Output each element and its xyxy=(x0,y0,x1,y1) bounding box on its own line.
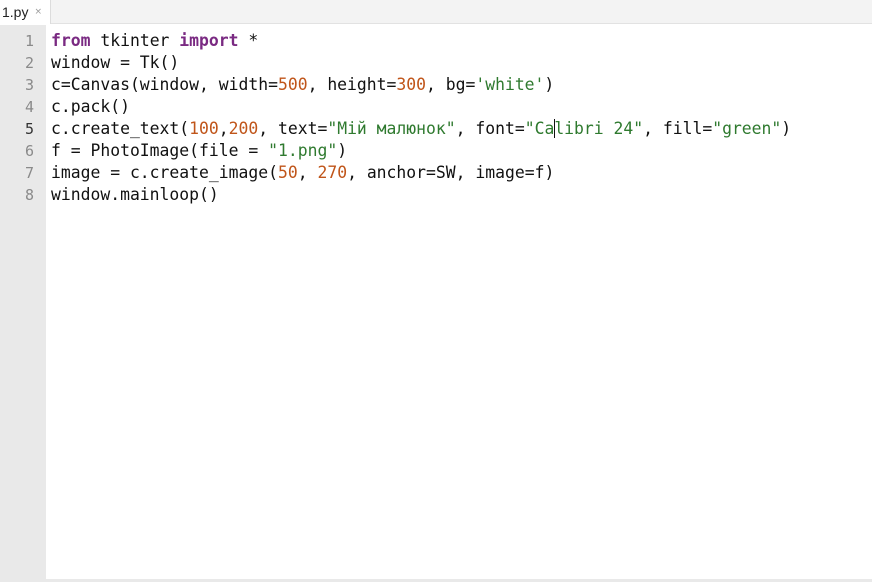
line-number: 7 xyxy=(24,164,34,182)
code-token: , anchor=SW, image=f) xyxy=(347,163,555,182)
number-token: 100 xyxy=(189,119,219,138)
code-line-8[interactable]: window.mainloop() xyxy=(51,184,219,206)
code-token: window.mainloop() xyxy=(51,185,219,204)
string-token: "1.png" xyxy=(268,141,338,160)
line-number-active: 5 xyxy=(24,120,34,138)
code-token: , bg= xyxy=(426,75,476,94)
keyword-token: import xyxy=(179,31,239,50)
line-number-gutter: 1 2 3 4 5 6 7 8 xyxy=(0,25,46,579)
code-token: ) xyxy=(337,141,348,160)
code-token: , height= xyxy=(307,75,397,94)
code-line-1[interactable]: from tkinter import * xyxy=(51,30,258,52)
code-token: , xyxy=(297,163,318,182)
line-number: 6 xyxy=(24,142,34,160)
text-cursor xyxy=(553,119,556,138)
number-token: 200 xyxy=(228,119,259,138)
code-token: c.create_text( xyxy=(51,119,190,138)
code-editor[interactable]: 1 2 3 4 5 6 7 8 from tkinter import * wi… xyxy=(0,25,872,579)
code-token: c=Canvas(window, width= xyxy=(51,75,278,94)
number-token: 500 xyxy=(277,75,308,94)
code-token: tkinter xyxy=(90,31,180,50)
code-token: , fill= xyxy=(643,119,713,138)
code-line-5[interactable]: c.create_text(100,200, text="Мій малюнок… xyxy=(51,118,791,140)
keyword-token: from xyxy=(51,31,91,50)
string-token: libri 24" xyxy=(554,119,644,138)
number-token: 50 xyxy=(277,163,298,182)
tab-1-py[interactable]: 1.py × xyxy=(0,0,52,24)
string-token: 'white' xyxy=(475,75,545,94)
string-token: "Мій малюнок" xyxy=(327,119,456,138)
editor-window: 1.py × 1 2 3 4 5 6 7 8 from tkinter impo… xyxy=(0,0,872,582)
code-token: ) xyxy=(544,75,555,94)
code-line-4[interactable]: c.pack() xyxy=(51,96,130,118)
line-number: 4 xyxy=(24,98,34,116)
close-icon[interactable]: × xyxy=(34,7,42,17)
number-token: 270 xyxy=(317,163,348,182)
line-number: 1 xyxy=(24,32,34,50)
code-text-area[interactable]: from tkinter import * window = Tk() c=Ca… xyxy=(46,25,872,579)
code-token: image = c.create_image( xyxy=(51,163,278,182)
code-token: ) xyxy=(781,119,792,138)
line-number: 2 xyxy=(24,54,34,72)
string-token: "green" xyxy=(712,119,782,138)
number-token: 300 xyxy=(396,75,426,94)
line-number: 8 xyxy=(24,186,34,204)
line-number: 3 xyxy=(24,76,34,94)
code-line-6[interactable]: f = PhotoImage(file = "1.png") xyxy=(51,140,347,162)
code-line-2[interactable]: window = Tk() xyxy=(51,52,179,74)
code-token: window = Tk() xyxy=(51,53,180,72)
code-token: c.pack() xyxy=(51,97,130,116)
code-token: , xyxy=(218,119,229,138)
code-token: , font= xyxy=(455,119,525,138)
string-token: "Ca xyxy=(524,119,555,138)
code-token: f = PhotoImage(file = xyxy=(51,141,269,160)
code-token: * xyxy=(238,31,259,50)
tab-bar: 1.py × xyxy=(0,0,872,24)
code-line-7[interactable]: image = c.create_image(50, 270, anchor=S… xyxy=(51,162,554,184)
tab-title: 1.py xyxy=(2,4,29,20)
code-token: , text= xyxy=(258,119,328,138)
code-line-3[interactable]: c=Canvas(window, width=500, height=300, … xyxy=(51,74,554,96)
